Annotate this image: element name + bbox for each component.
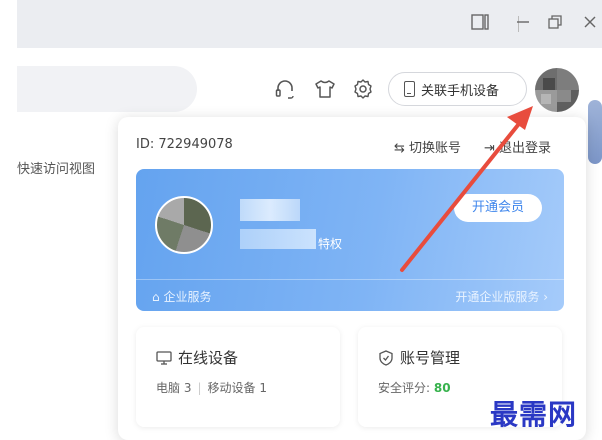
annotation-arrow [400, 106, 533, 272]
watermark-logo: 最需网 [490, 398, 578, 431]
